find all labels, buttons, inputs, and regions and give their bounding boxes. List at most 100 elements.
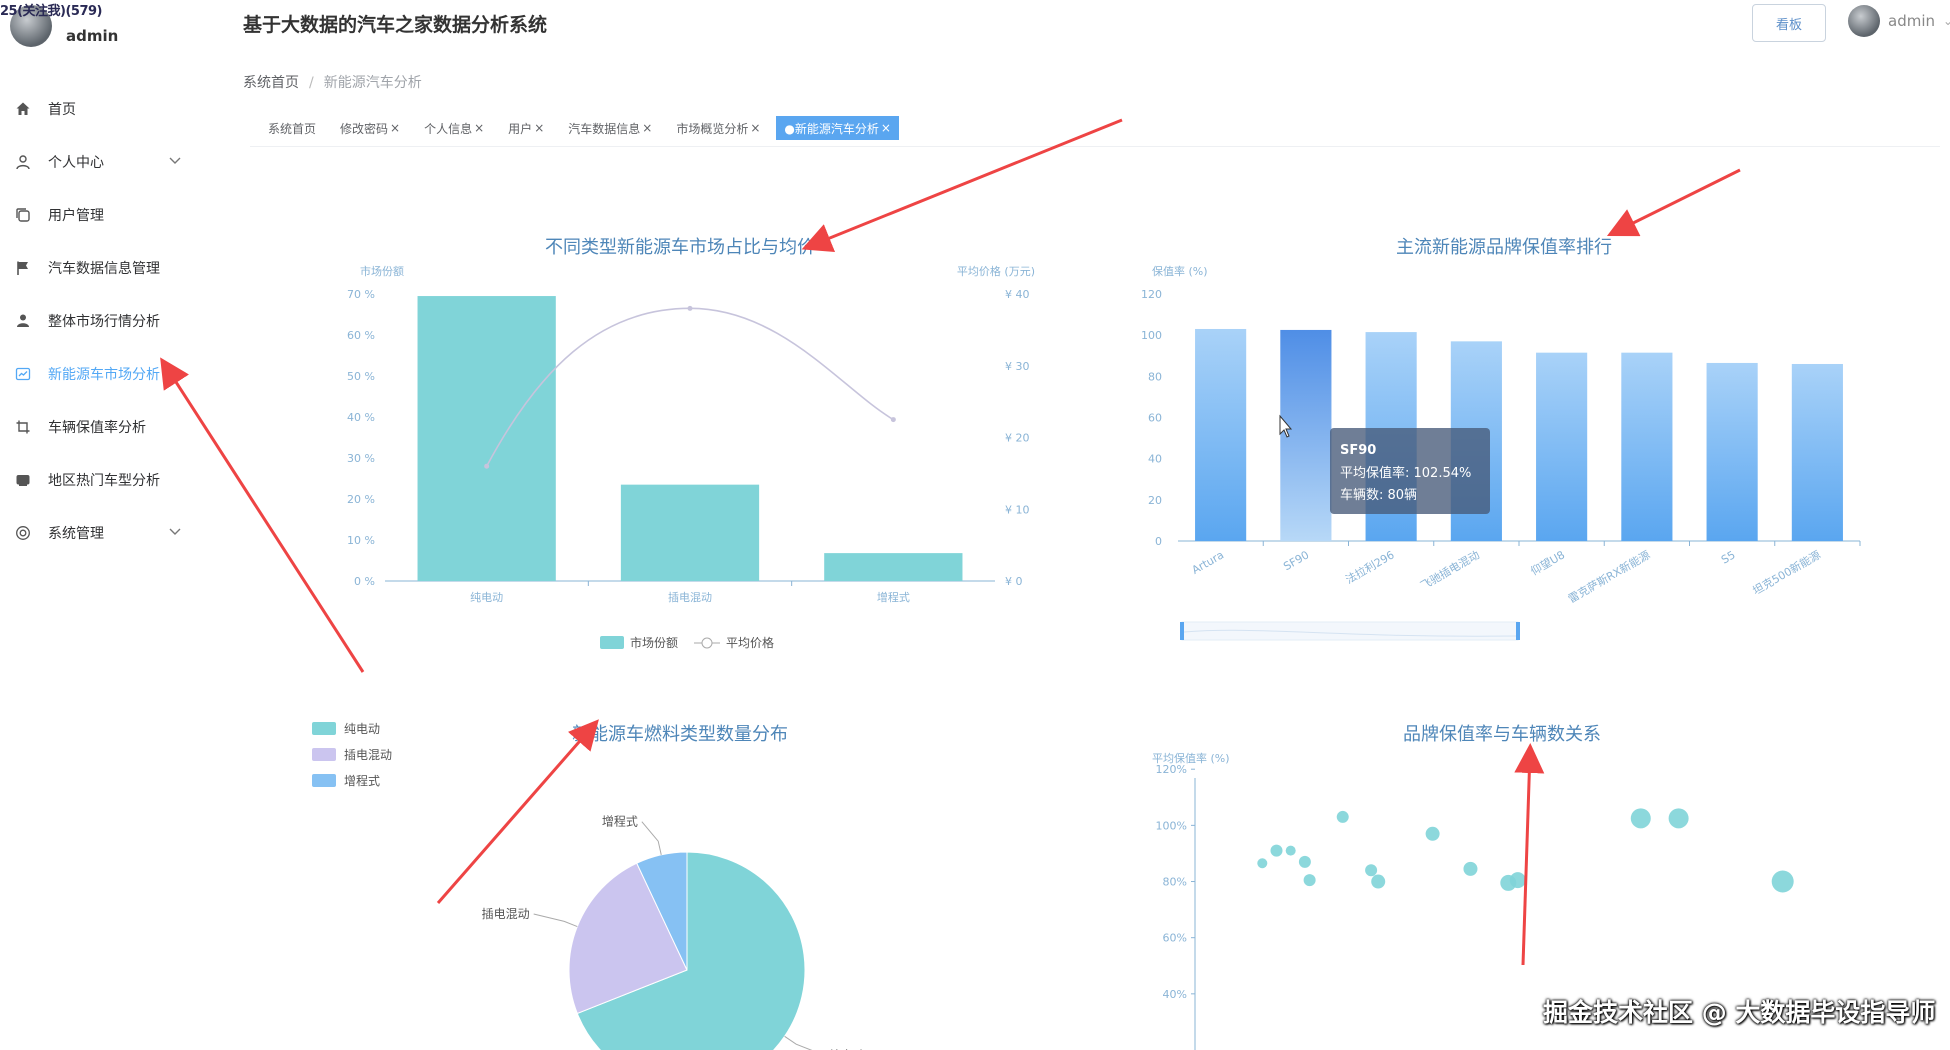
y-tick-label: 40 [1148, 453, 1162, 466]
legend-label: 平均价格 [726, 635, 774, 650]
sidebar-item[interactable]: 地区热门车型分析 [0, 453, 200, 506]
x-tick-label: S5 [1719, 548, 1738, 566]
sidebar-item[interactable]: 整体市场行情分析 [0, 294, 200, 347]
y-tick-label-right: ¥ 30 [1005, 360, 1030, 373]
scatter-point[interactable] [1425, 826, 1440, 841]
close-icon[interactable]: × [642, 121, 652, 135]
bar[interactable] [417, 296, 556, 581]
sidebar-item-label: 汽车数据信息管理 [48, 260, 160, 277]
bar[interactable] [620, 484, 760, 581]
close-icon[interactable]: × [474, 121, 484, 135]
price-point[interactable] [890, 417, 896, 423]
slider-handle-right[interactable] [1516, 622, 1520, 640]
data-zoom-slider[interactable] [1180, 621, 1520, 641]
sidebar-item[interactable]: 用户管理 [0, 188, 200, 241]
pie-label: 插电混动 [482, 907, 530, 921]
scatter-point[interactable] [1463, 861, 1478, 876]
tab-item[interactable]: ●新能源汽车分析 × [776, 116, 899, 140]
legend-label: 增程式 [344, 773, 380, 788]
slider-handle-left[interactable] [1180, 622, 1184, 640]
chevron-down-icon: ⌄ [1943, 14, 1950, 28]
y-tick-label: 60% [1163, 932, 1187, 945]
slider-track [1181, 621, 1519, 641]
y-tick-label: 20 [1148, 494, 1162, 507]
sidebar-item-label: 车辆保值率分析 [48, 419, 146, 436]
legend-swatch [600, 636, 624, 649]
tab-item[interactable]: 用户 × [500, 116, 552, 140]
tab-label: ●新能源汽车分析 [784, 121, 879, 136]
sidebar-item-label: 系统管理 [48, 525, 104, 542]
scatter-point[interactable] [1668, 808, 1689, 829]
close-icon[interactable]: × [390, 121, 400, 135]
scatter-point[interactable] [1371, 874, 1386, 889]
y-tick-label-right: ¥ 40 [1005, 288, 1030, 301]
person-solid-icon [14, 312, 32, 330]
y-tick-label: 100 [1141, 329, 1162, 342]
sidebar-item[interactable]: 车辆保值率分析 [0, 400, 200, 453]
tab-item[interactable]: 汽车数据信息 × [560, 116, 660, 140]
scatter-point[interactable] [1771, 870, 1794, 893]
y-tick-label: 0 [1155, 535, 1162, 548]
pie-label-line [641, 821, 662, 855]
scatter-point[interactable] [1270, 844, 1283, 857]
scatter-point[interactable] [1630, 808, 1651, 829]
tab-bar-divider [250, 146, 1940, 147]
tab-item[interactable]: 修改密码 × [332, 116, 408, 140]
bar[interactable] [1791, 363, 1843, 541]
scatter-point[interactable] [1365, 864, 1378, 877]
scatter-point[interactable] [1285, 845, 1296, 856]
breadcrumb: 系统首页 / 新能源汽车分析 [243, 72, 422, 92]
bar[interactable] [824, 553, 963, 581]
crop-icon [14, 418, 32, 436]
y-axis-label-right: 平均价格 (万元) [957, 264, 1035, 278]
tab-item[interactable]: 系统首页 [260, 116, 324, 140]
settings-ring-icon [14, 524, 32, 542]
pie-label: 增程式 [602, 814, 638, 829]
price-point[interactable] [687, 305, 693, 311]
sidebar-item[interactable]: 汽车数据信息管理 [0, 241, 200, 294]
sidebar-item[interactable]: 新能源车市场分析 [0, 347, 200, 400]
sidebar-item[interactable]: 个人中心 [0, 135, 200, 188]
page-title: 基于大数据的汽车之家数据分析系统 [243, 14, 548, 36]
y-tick-label-right: ¥ 10 [1005, 503, 1030, 516]
scatter-point[interactable] [1298, 855, 1311, 868]
board-button[interactable]: 看板 [1752, 4, 1826, 42]
bar[interactable] [1195, 328, 1247, 541]
x-tick-label: 仰望U8 [1528, 547, 1567, 578]
tab-item[interactable]: 市场概览分析 × [668, 116, 768, 140]
scatter-point[interactable] [1509, 872, 1526, 889]
sidebar: admin 25(关注我)(579) 首页 个人中心 用户管理 汽车数据信息管理 整体市… [0, 0, 200, 1050]
x-tick-label: 飞驰插电混动 [1418, 547, 1482, 592]
legend-label: 纯电动 [344, 722, 380, 736]
y-tick-label: 100% [1156, 819, 1187, 832]
close-icon[interactable]: × [881, 121, 891, 135]
price-point[interactable] [484, 463, 490, 469]
sidebar-item[interactable]: 系统管理 [0, 506, 200, 559]
sidebar-item-label: 新能源车市场分析 [48, 366, 160, 383]
user-avatar [1848, 5, 1880, 37]
close-icon[interactable]: × [750, 121, 760, 135]
user-name: admin [1888, 12, 1935, 30]
y-tick-label: 30 % [347, 452, 375, 465]
sidebar-item[interactable]: 首页 [0, 82, 200, 135]
tab-label: 汽车数据信息 [568, 121, 641, 136]
tooltip-title: SF90 [1340, 443, 1376, 458]
profile-username: admin [66, 27, 119, 45]
bar[interactable] [1621, 352, 1673, 541]
scatter-point[interactable] [1303, 874, 1316, 887]
scatter-point[interactable] [1336, 810, 1349, 823]
breadcrumb-home[interactable]: 系统首页 [243, 75, 299, 91]
user-menu[interactable]: admin ⌄ [1848, 5, 1950, 37]
user-icon [14, 153, 32, 171]
x-tick-label: 坦克500新能源 [1750, 547, 1823, 597]
y-tick-label: 50 % [347, 370, 375, 383]
scatter-point[interactable] [1257, 858, 1268, 869]
chevron-down-icon [168, 153, 182, 171]
card-icon [14, 471, 32, 489]
bar[interactable] [1706, 362, 1758, 541]
close-icon[interactable]: × [534, 121, 544, 135]
tab-item[interactable]: 个人信息 × [416, 116, 492, 140]
x-tick-label: 法拉利296 [1343, 547, 1397, 586]
bar[interactable] [1536, 352, 1588, 541]
tab-bar: 系统首页 修改密码 × 个人信息 × 用户 × 汽车数据信息 × 市场概览分析 × ●新能源汽车分析 × [260, 116, 907, 140]
